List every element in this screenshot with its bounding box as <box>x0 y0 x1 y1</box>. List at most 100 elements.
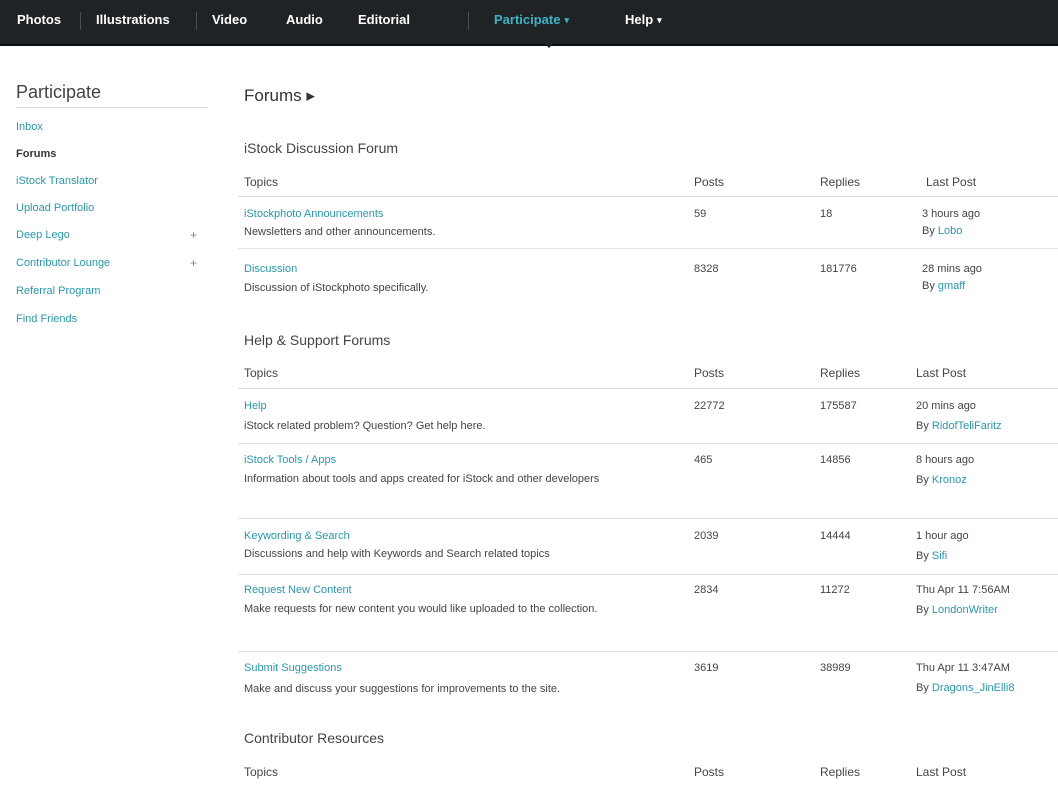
forum-description: Make requests for new content you would … <box>244 603 598 615</box>
post-count: 3619 <box>694 662 719 674</box>
top-navigation-bar: Photos Illustrations Video Audio Editori… <box>0 0 1058 46</box>
forum-description: Newsletters and other announcements. <box>244 226 436 238</box>
by-label: By <box>916 550 929 562</box>
sidebar-item-upload-portfolio[interactable]: Upload Portfolio <box>16 202 94 214</box>
sidebar-item-find-friends[interactable]: Find Friends <box>16 313 77 325</box>
forum-link[interactable]: Help <box>244 400 267 412</box>
by-label: By <box>916 604 929 616</box>
last-post-author: By RidofTeliFaritz <box>916 420 1002 432</box>
row-divider <box>238 651 1058 652</box>
last-post-time: 28 mins ago <box>922 263 982 275</box>
by-label: By <box>916 682 929 694</box>
author-link[interactable]: Lobo <box>938 225 962 237</box>
sidebar-item-istock-translator[interactable]: iStock Translator <box>16 175 98 187</box>
row-divider <box>238 574 1058 575</box>
sidebar-item-contributor-lounge[interactable]: Contributor Lounge <box>16 257 110 269</box>
column-header-topics: Topics <box>244 366 279 380</box>
column-header-last-post: Last Post <box>916 765 967 779</box>
last-post-author: By Lobo <box>922 225 962 237</box>
column-header-replies: Replies <box>820 175 861 189</box>
author-link[interactable]: LondonWriter <box>932 604 998 616</box>
last-post-time: 1 hour ago <box>916 530 969 542</box>
reply-count: 14444 <box>820 530 851 542</box>
nav-divider <box>80 12 81 30</box>
row-divider <box>238 248 1058 249</box>
post-count: 2039 <box>694 530 719 542</box>
sidebar-item-deep-lego[interactable]: Deep Lego <box>16 229 70 241</box>
post-count: 8328 <box>694 263 719 275</box>
column-header-posts: Posts <box>694 175 725 189</box>
last-post-time: 20 mins ago <box>916 400 976 412</box>
author-link[interactable]: Dragons_JinElli8 <box>932 682 1015 694</box>
nav-divider <box>468 12 469 30</box>
reply-count: 18 <box>820 208 833 220</box>
sidebar-item-referral-program[interactable]: Referral Program <box>16 285 100 297</box>
reply-count: 181776 <box>820 263 857 275</box>
forum-description: Information about tools and apps created… <box>244 473 600 485</box>
by-label: By <box>922 225 935 237</box>
chevron-down-icon: ▾ <box>564 15 570 25</box>
last-post-author: By LondonWriter <box>916 604 998 616</box>
expand-plus-icon[interactable]: + <box>190 228 197 242</box>
forum-description: iStock related problem? Question? Get he… <box>244 420 486 432</box>
nav-audio[interactable]: Audio <box>286 0 323 44</box>
section-title: Contributor Resources <box>244 730 385 746</box>
section-title: Help & Support Forums <box>244 332 391 348</box>
nav-illustrations[interactable]: Illustrations <box>96 0 170 44</box>
by-label: By <box>916 474 929 486</box>
author-link[interactable]: Sifi <box>932 550 947 562</box>
by-label: By <box>916 420 929 432</box>
column-header-replies: Replies <box>820 366 861 380</box>
column-header-last-post: Last Post <box>926 175 977 189</box>
sidebar-divider <box>16 107 208 108</box>
forum-link[interactable]: iStock Tools / Apps <box>244 454 336 466</box>
author-link[interactable]: gmaff <box>938 280 965 292</box>
forum-link[interactable]: Submit Suggestions <box>244 662 342 674</box>
expand-plus-icon[interactable]: + <box>190 256 197 270</box>
section-title: iStock Discussion Forum <box>244 140 399 156</box>
nav-divider <box>196 12 197 30</box>
forum-link[interactable]: Request New Content <box>244 584 352 596</box>
sidebar-item-forums[interactable]: Forums <box>16 148 56 160</box>
sidebar-item-inbox[interactable]: Inbox <box>16 121 43 133</box>
last-post-author: By Sifi <box>916 550 947 562</box>
post-count: 22772 <box>694 400 725 412</box>
last-post-author: By gmaff <box>922 280 965 292</box>
author-link[interactable]: Kronoz <box>932 474 967 486</box>
nav-help[interactable]: Help ▾ <box>625 0 662 44</box>
nav-video[interactable]: Video <box>212 0 247 44</box>
nav-photos[interactable]: Photos <box>17 0 61 44</box>
nav-participate[interactable]: Participate ▾ <box>494 0 569 44</box>
last-post-author: By Kronoz <box>916 474 967 486</box>
header-divider <box>238 388 1058 389</box>
forum-link[interactable]: iStockphoto Announcements <box>244 208 383 220</box>
nav-participate-label: Participate <box>494 12 561 27</box>
column-header-topics: Topics <box>244 765 279 779</box>
nav-editorial[interactable]: Editorial <box>358 0 410 44</box>
post-count: 2834 <box>694 584 719 596</box>
sidebar-title: Participate <box>16 82 102 102</box>
active-nav-pointer <box>543 42 555 48</box>
last-post-time: 8 hours ago <box>916 454 975 466</box>
last-post-author: By Dragons_JinElli8 <box>916 682 1014 694</box>
forum-description: Discussion of iStockphoto specifically. <box>244 282 429 294</box>
reply-count: 11272 <box>820 584 850 596</box>
reply-count: 175587 <box>820 400 857 412</box>
chevron-down-icon: ▾ <box>657 15 662 25</box>
column-header-topics: Topics <box>244 175 279 189</box>
last-post-time: 3 hours ago <box>922 208 981 220</box>
column-header-replies: Replies <box>820 765 861 779</box>
reply-count: 14856 <box>820 454 851 466</box>
post-count: 465 <box>694 454 713 466</box>
forum-link[interactable]: Keywording & Search <box>244 530 350 542</box>
forum-link[interactable]: Discussion <box>244 263 297 275</box>
row-divider <box>238 518 1058 519</box>
nav-help-label: Help <box>625 12 654 27</box>
by-label: By <box>922 280 935 292</box>
post-count: 59 <box>694 208 707 220</box>
page-title: Forums ▸ <box>244 86 315 105</box>
forum-description: Discussions and help with Keywords and S… <box>244 548 550 560</box>
column-header-posts: Posts <box>694 366 725 380</box>
forum-description: Make and discuss your suggestions for im… <box>244 683 561 695</box>
author-link[interactable]: RidofTeliFaritz <box>932 420 1002 432</box>
